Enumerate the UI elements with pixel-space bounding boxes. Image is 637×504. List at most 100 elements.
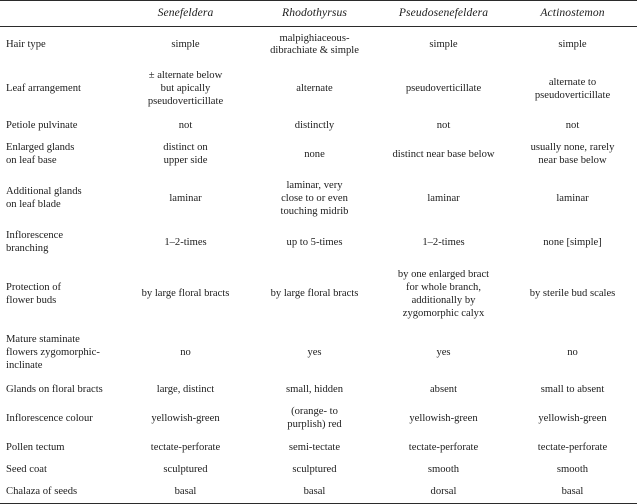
table-cell: simple	[508, 27, 637, 64]
table-cell: laminar	[379, 174, 508, 225]
table-cell: basal	[250, 481, 379, 504]
table-cell-text: distinct near base below	[392, 148, 495, 160]
table-row: Petiole pulvinate not distinctly not not	[0, 115, 637, 137]
table-row: Hair type simple malpighiaceous- dibrachia…	[0, 27, 637, 64]
table-cell: dorsal	[379, 481, 508, 504]
table-cell-text: smooth	[427, 463, 460, 475]
table-cell: alternate	[250, 64, 379, 115]
table-cell: malpighiaceous- dibrachiate & simple	[250, 27, 379, 64]
table-cell-text: no	[180, 347, 191, 359]
row-label: Seed coat	[0, 459, 121, 481]
table-cell: distinctly	[250, 115, 379, 137]
table-cell: laminar, very close to or even touching …	[250, 174, 379, 225]
table-cell: none [simple]	[508, 225, 637, 262]
table-header: Senefeldera Rhodothyrsus Pseudosenefelde…	[0, 0, 637, 28]
table-cell-text: small to absent	[540, 383, 605, 395]
table-cell: simple	[379, 27, 508, 64]
table-cell: small, hidden	[250, 379, 379, 401]
row-label-text: Inflorescence branching	[6, 230, 64, 255]
table-cell-text: by sterile bud scales	[529, 288, 616, 300]
table-cell-text: small, hidden	[285, 383, 344, 395]
table-cell-text: (orange- to purplish) red	[287, 406, 342, 431]
table-row: Pollen tectum tectate-perforate semi-tecta…	[0, 438, 637, 460]
table-cell: laminar	[121, 174, 250, 225]
table-cell: by sterile bud scales	[508, 262, 637, 328]
table-cell: none	[250, 137, 379, 174]
table-cell: by large floral bracts	[121, 262, 250, 328]
table-cell-text: up to 5-times	[286, 236, 343, 248]
table-cell: not	[121, 115, 250, 137]
row-label: Chalaza of seeds	[0, 481, 121, 504]
row-label: Glands on floral bracts	[0, 379, 121, 401]
table-header-row: Senefeldera Rhodothyrsus Pseudosenefelde…	[0, 0, 637, 28]
table-cell: pseudoverticillate	[379, 64, 508, 115]
table-cell: not	[508, 115, 637, 137]
table-cell-text: not	[436, 119, 451, 131]
table-cell: yellowish-green	[121, 401, 250, 438]
table-cell: (orange- to purplish) red	[250, 401, 379, 438]
column-header-senefeldera: Senefeldera	[121, 0, 250, 28]
row-label-text: Mature staminate flowers zygomorphic- in…	[6, 334, 100, 372]
table-cell-text: none	[304, 148, 325, 160]
table-row: Inflorescence branching 1–2-times up to 5-…	[0, 225, 637, 262]
table-cell: ± alternate below but apically pseudover…	[121, 64, 250, 115]
table-cell-text: absent	[429, 383, 458, 395]
table-cell: semi-tectate	[250, 438, 379, 460]
table-cell: by one enlarged bract for whole branch, …	[379, 262, 508, 328]
table-cell-text: ± alternate below but apically pseudover…	[147, 70, 224, 107]
table-cell: yes	[379, 328, 508, 379]
table-cell-text: tectate-perforate	[408, 442, 479, 453]
genera-comparison-table: Senefeldera Rhodothyrsus Pseudosenefelde…	[0, 0, 637, 504]
table-cell: sculptured	[121, 459, 250, 481]
table-cell: tectate-perforate	[379, 438, 508, 460]
table-cell: large, distinct	[121, 379, 250, 401]
table-cell-text: 1–2-times	[164, 236, 207, 248]
table-row: Mature staminate flowers zygomorphic- in…	[0, 328, 637, 379]
table-row: Enlarged glands on leaf base distinct on …	[0, 137, 637, 174]
table-cell-text: by large floral bracts	[141, 288, 230, 300]
table-cell: smooth	[379, 459, 508, 481]
table-cell: distinct on upper side	[121, 137, 250, 174]
table-cell-text: dorsal	[430, 485, 457, 497]
table-cell: 1–2-times	[121, 225, 250, 262]
table-cell-text: yellowish-green	[409, 412, 478, 424]
table-cell-text: simple	[429, 39, 458, 50]
column-header-character	[0, 0, 121, 28]
table-cell: tectate-perforate	[121, 438, 250, 460]
table-row: Chalaza of seeds basal basal dorsal basal	[0, 481, 637, 504]
table-cell-text: none [simple]	[543, 236, 602, 248]
row-label-text: Chalaza of seeds	[6, 485, 78, 497]
table-cell: no	[508, 328, 637, 379]
row-label: Inflorescence colour	[0, 401, 121, 438]
table-cell-text: by one enlarged bract for whole branch, …	[397, 268, 490, 319]
table-cell-text: by large floral bracts	[270, 288, 359, 300]
table-cell-text: semi-tectate	[288, 442, 341, 453]
table-cell: no	[121, 328, 250, 379]
table-cell: tectate-perforate	[508, 438, 637, 460]
row-label-text: Leaf arrangement	[6, 83, 81, 95]
table-cell-text: malpighiaceous- dibrachiate & simple	[270, 32, 359, 57]
table-cell-text: not	[565, 119, 580, 131]
row-label-text: Hair type	[6, 39, 46, 50]
row-label: Additional glands on leaf blade	[0, 174, 121, 225]
table-row: Leaf arrangement ± alternate below but ap…	[0, 64, 637, 115]
table-cell: alternate to pseudoverticillate	[508, 64, 637, 115]
row-label-text: Glands on floral bracts	[6, 383, 103, 395]
table-cell-text: 1–2-times	[422, 236, 465, 248]
table-cell: distinct near base below	[379, 137, 508, 174]
table-row: Glands on floral bracts large, distinct sm…	[0, 379, 637, 401]
table-cell: 1–2-times	[379, 225, 508, 262]
table-cell: yellowish-green	[508, 401, 637, 438]
row-label: Protection of flower buds	[0, 262, 121, 328]
table-cell-text: tectate-perforate	[150, 442, 221, 453]
table-cell-text: yellowish-green	[151, 412, 220, 424]
table-cell-text: distinct on upper side	[163, 142, 208, 167]
table-cell-text: sculptured	[292, 463, 337, 475]
table-cell: smooth	[508, 459, 637, 481]
table-cell-text: no	[567, 347, 578, 359]
table-cell-text: alternate to pseudoverticillate	[534, 76, 611, 101]
table-cell-text: tectate-perforate	[537, 442, 608, 453]
table-cell-text: laminar, very close to or even touching …	[280, 179, 349, 217]
row-label-text: Protection of flower buds	[6, 281, 62, 306]
table-cell: laminar	[508, 174, 637, 225]
